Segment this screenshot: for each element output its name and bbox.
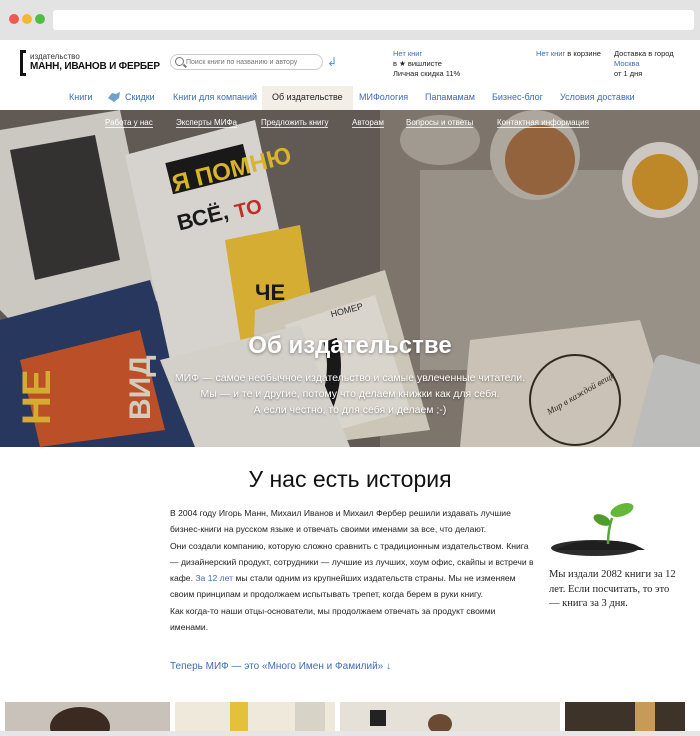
close-window-icon[interactable] <box>9 14 19 24</box>
logo-small-text: издательство <box>30 52 80 61</box>
team-photo-1[interactable] <box>5 702 170 736</box>
search-box[interactable] <box>170 54 323 70</box>
address-bar[interactable] <box>53 10 694 30</box>
subnav-contacts[interactable]: Контактная информация <box>497 118 589 128</box>
cart-link[interactable]: Нет книг <box>536 49 565 58</box>
sprout-icon <box>550 500 650 560</box>
history-text: В 2004 году Игорь Манн, Михаил Иванов и … <box>170 505 535 635</box>
nav-item-parents[interactable]: Папамамам <box>425 92 475 102</box>
team-photo-strip <box>0 702 700 736</box>
maximize-window-icon[interactable] <box>35 14 45 24</box>
subnav-authors[interactable]: Авторам <box>352 118 384 128</box>
logo-bracket <box>20 50 26 76</box>
hero-title: Об издательстве <box>248 332 452 359</box>
search-input[interactable] <box>186 56 320 68</box>
delivery-block: Доставка в город Москва от 1 дня <box>614 49 674 79</box>
history-paragraph-3: Как когда-то наши отцы-основатели, мы пр… <box>170 605 496 633</box>
main-nav: Книги Скидки Книги для компаний Об издат… <box>0 86 700 110</box>
twelve-years-link[interactable]: За 12 лет <box>195 573 233 583</box>
delivery-label: Доставка в город <box>614 49 674 58</box>
personal-discount: Личная скидка 11% <box>393 69 461 78</box>
logo-title: МАНН, ИВАНОВ И ФЕРБЕР <box>30 61 160 72</box>
cart-text: в корзине <box>565 49 601 58</box>
cart-block: Нет книг в корзине <box>536 49 601 59</box>
nav-item-discounts[interactable]: Скидки <box>125 92 155 102</box>
history-paragraph-1: В 2004 году Игорь Манн, Михаил Иванов и … <box>170 508 511 535</box>
subnav-faq[interactable]: Вопросы и ответы <box>406 118 474 128</box>
wishlist-text: в ★ вишлисте <box>393 59 442 68</box>
nav-item-blog[interactable]: Бизнес-блог <box>492 92 543 102</box>
search-icon <box>175 57 184 66</box>
subnav-jobs[interactable]: Работа у нас <box>105 118 153 128</box>
nav-item-mifology[interactable]: МИФология <box>359 92 408 102</box>
delivery-time: от 1 дня <box>614 69 643 78</box>
hero-line-3: А если честно, то для себя и делаем ;-) <box>253 404 447 416</box>
nav-item-delivery[interactable]: Условия доставки <box>560 92 635 102</box>
sub-nav: Работа у нас Эксперты МИФа Предложить кн… <box>0 116 700 130</box>
nav-item-books[interactable]: Книги <box>69 92 93 102</box>
team-photo-3[interactable] <box>340 702 560 734</box>
history-paragraph-2: Они создали компанию, которую сложно сра… <box>170 538 535 603</box>
nav-item-about[interactable]: Об издательстве <box>262 86 353 110</box>
history-title: У нас есть история <box>248 466 452 492</box>
search-submit-icon[interactable]: ↲ <box>327 55 337 69</box>
hero-line-1: МИФ — самое необычное издательство и сам… <box>174 372 526 384</box>
subnav-suggest-book[interactable]: Предложить книгу <box>261 118 329 128</box>
team-photo-4[interactable] <box>565 702 685 731</box>
delivery-city-link[interactable]: Москва <box>614 59 640 68</box>
discount-icon <box>106 90 122 106</box>
minimize-window-icon[interactable] <box>22 14 32 24</box>
browser-chrome <box>0 0 700 40</box>
books-stat: Мы издали 2082 книги за 12 лет. Если пос… <box>549 569 676 609</box>
wishlist-block: Нет книг в ★ вишлисте Личная скидка 11% <box>393 49 460 79</box>
hero-line-2: Мы — и те и другие, потому что делаем кн… <box>200 388 500 400</box>
nav-item-corporate[interactable]: Книги для компаний <box>173 92 257 102</box>
subnav-experts[interactable]: Эксперты МИФа <box>176 118 237 128</box>
more-names-link[interactable]: Теперь МИФ — это «Много Имен и Фамилий» … <box>170 661 391 672</box>
wishlist-link[interactable]: Нет книг <box>393 49 422 58</box>
team-photo-2[interactable] <box>175 702 335 731</box>
site-logo[interactable]: издательство МАНН, ИВАНОВ И ФЕРБЕР <box>20 50 160 76</box>
